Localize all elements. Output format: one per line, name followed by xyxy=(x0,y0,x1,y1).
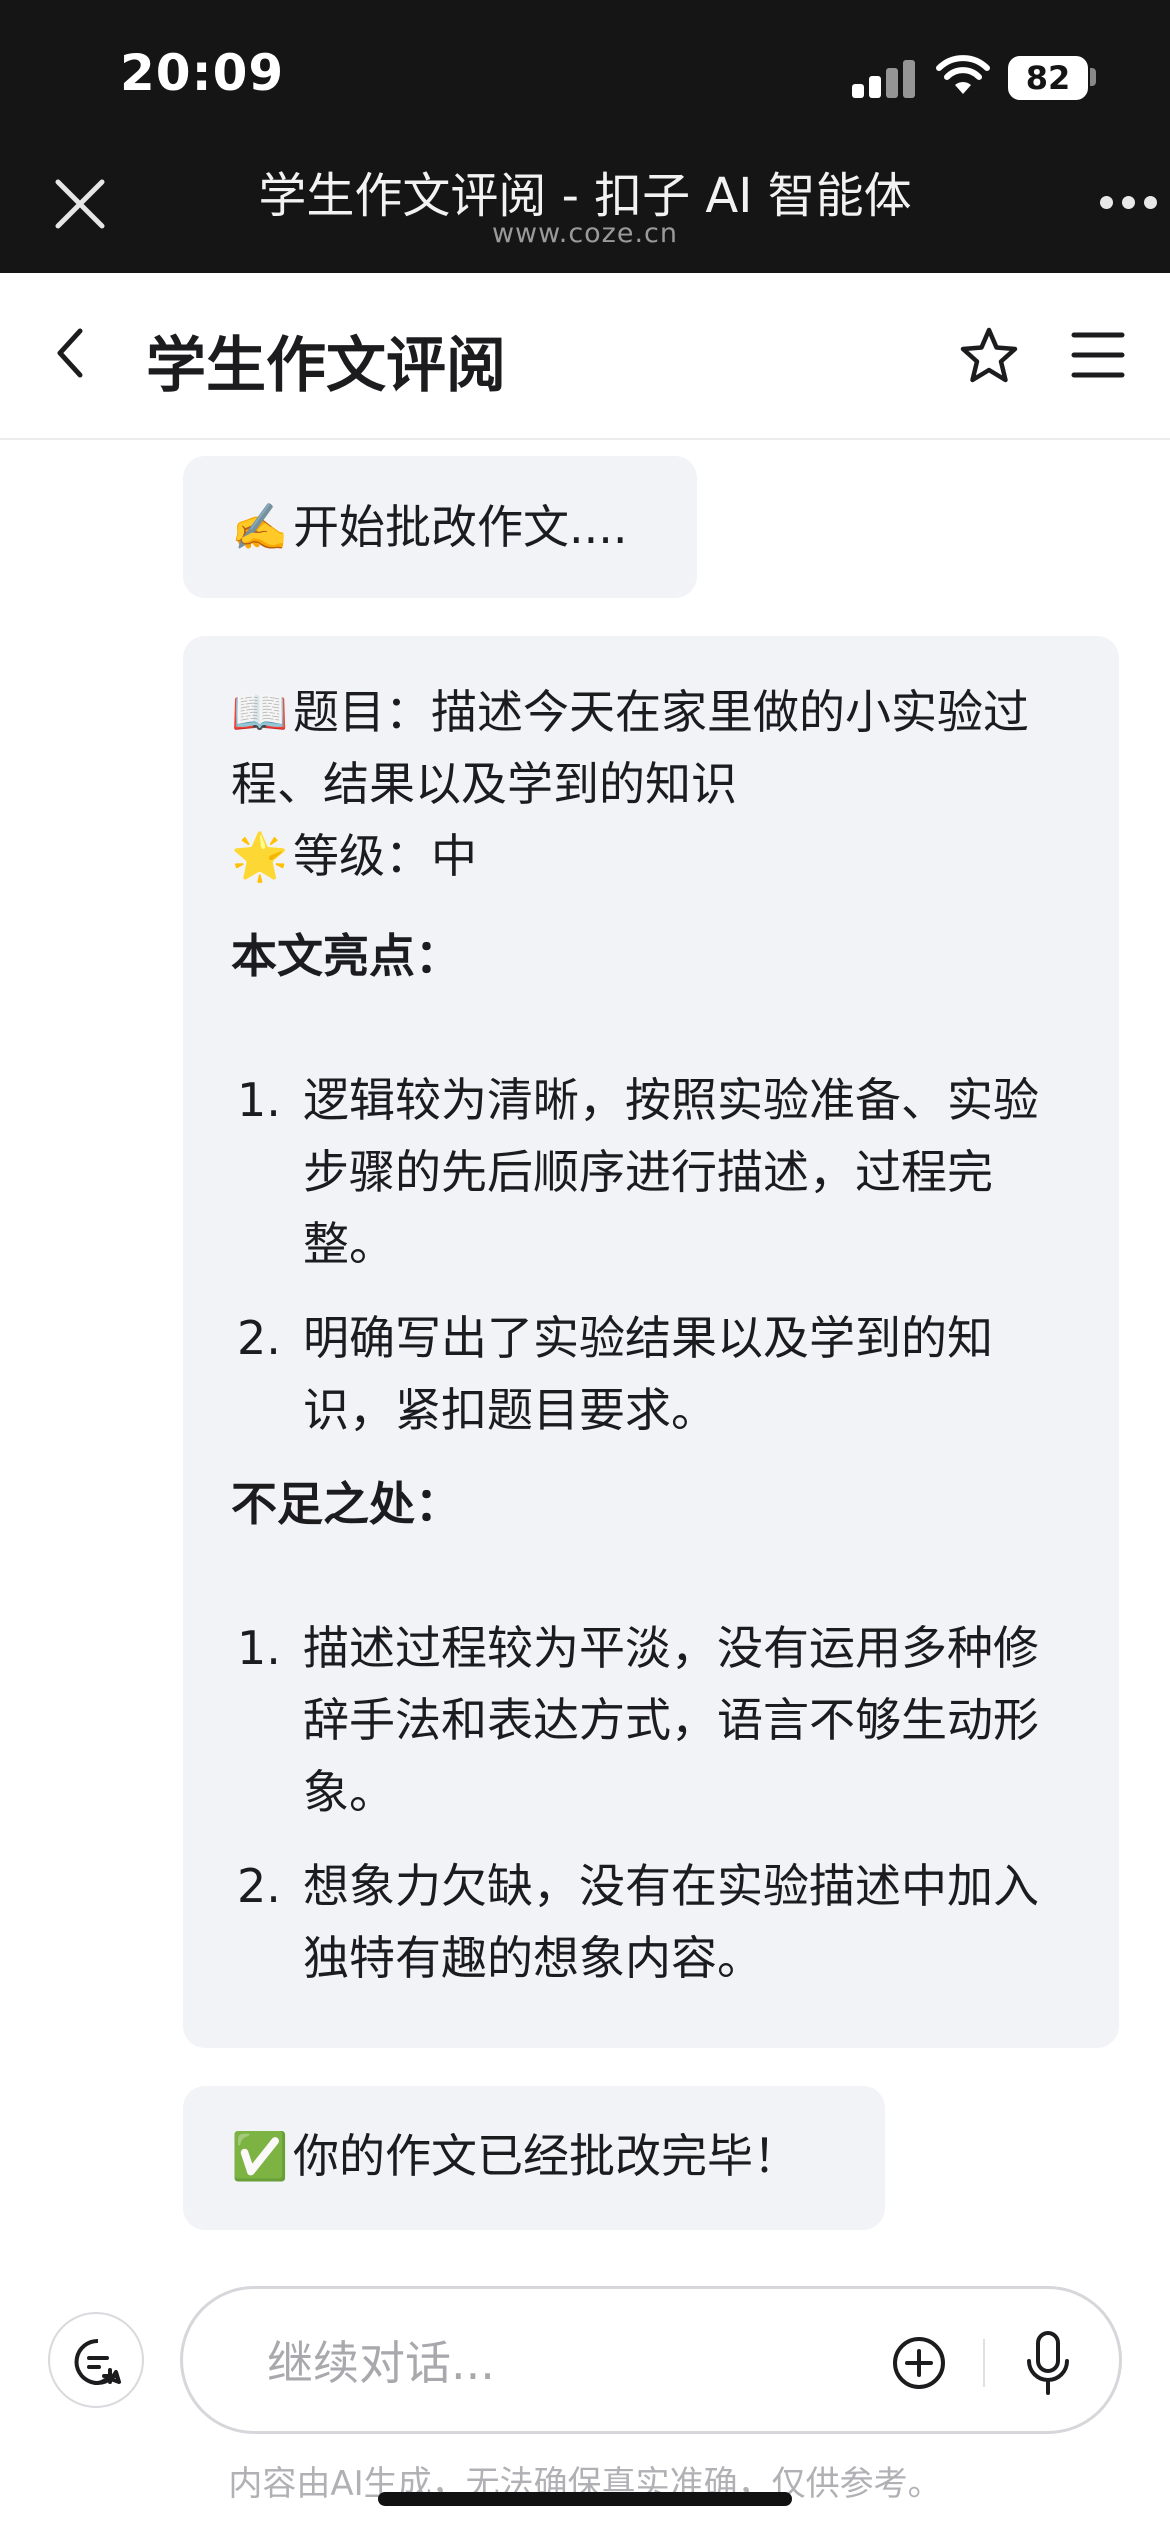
input-divider xyxy=(983,2339,985,2387)
message-review-result: 📖 题目：描述今天在家里做的小实验过程、结果以及学到的知识 🌟 等级：中 本文亮点：… xyxy=(183,636,1119,2048)
browser-top-bar: 20:09 82 学生作文评阅 - 扣子 AI 智能体 www.coze.cn xyxy=(0,0,1170,273)
favorite-star-icon[interactable] xyxy=(958,325,1020,387)
list-item: 2. 想象力欠缺，没有在实验描述中加入独特有趣的想象内容。 xyxy=(237,1859,1039,1985)
chat-message-list[interactable]: ✍️ 开始批改作文.... 📖 题目：描述今天在家里做的小实验过程、结果以及学到的知… xyxy=(0,440,1170,2260)
message-input-box[interactable] xyxy=(180,2286,1122,2434)
topic-line: 📖 题目：描述今天在家里做的小实验过程、结果以及学到的知识 xyxy=(231,676,1071,820)
composer-bar: 内容由AI生成，无法确保真实准确，仅供参考。 xyxy=(0,2260,1170,2532)
weaknesses-title: 不足之处： xyxy=(231,1477,461,1531)
back-arrow-icon[interactable] xyxy=(50,323,90,383)
status-time: 20:09 xyxy=(120,44,285,102)
weaknesses-list: 1. 描述过程较为平淡，没有运用多种修辞手法和表达方式，语言不够生动形象。 2. 想… xyxy=(231,1612,1071,1994)
new-chat-button[interactable] xyxy=(48,2312,144,2408)
list-item: 1. 逻辑较为清晰，按照实验准备、实验步骤的先后顺序进行描述，过程完整。 xyxy=(237,1073,1039,1271)
add-attachment-icon[interactable] xyxy=(891,2335,947,2391)
message-text: 开始批改作文.... xyxy=(293,500,628,554)
menu-icon[interactable] xyxy=(1070,329,1126,381)
message-input[interactable] xyxy=(267,2331,827,2395)
highlights-list: 1. 逻辑较为清晰，按照实验准备、实验步骤的先后顺序进行描述，过程完整。 2. 明确… xyxy=(231,1064,1071,1446)
message-review-complete: ✅ 你的作文已经批改完毕！ xyxy=(183,2086,885,2230)
app-header: 学生作文评阅 xyxy=(0,273,1170,440)
list-item: 1. 描述过程较为平淡，没有运用多种修辞手法和表达方式，语言不够生动形象。 xyxy=(237,1621,1039,1819)
cellular-signal-icon xyxy=(852,58,916,98)
highlights-title: 本文亮点： xyxy=(231,929,461,983)
home-indicator xyxy=(378,2492,792,2506)
more-options-icon[interactable] xyxy=(1100,196,1160,216)
battery-tip xyxy=(1090,68,1096,86)
battery-indicator: 82 xyxy=(1008,56,1088,100)
book-icon: 📖 xyxy=(231,685,289,739)
topic-text: 题目：描述今天在家里做的小实验过程、结果以及学到的知识 xyxy=(231,685,1029,811)
writing-hand-icon: ✍️ xyxy=(231,500,289,554)
star-icon: 🌟 xyxy=(231,829,289,883)
grade-text: 等级：中 xyxy=(293,829,477,883)
page-title: 学生作文评阅 xyxy=(146,331,506,401)
microphone-icon[interactable] xyxy=(1023,2329,1073,2397)
message-start-review: ✍️ 开始批改作文.... xyxy=(183,456,697,598)
check-mark-icon: ✅ xyxy=(231,2129,289,2183)
new-chat-icon xyxy=(74,2338,121,2385)
browser-url: www.coze.cn xyxy=(491,218,679,249)
browser-page-title: 学生作文评阅 - 扣子 AI 智能体 xyxy=(258,168,912,224)
message-text: 你的作文已经批改完毕！ xyxy=(293,2129,799,2183)
wifi-icon xyxy=(936,55,990,94)
list-item: 2. 明确写出了实验结果以及学到的知识，紧扣题目要求。 xyxy=(237,1311,993,1437)
close-icon[interactable] xyxy=(52,176,108,232)
grade-line: 🌟 等级：中 xyxy=(231,820,1071,892)
